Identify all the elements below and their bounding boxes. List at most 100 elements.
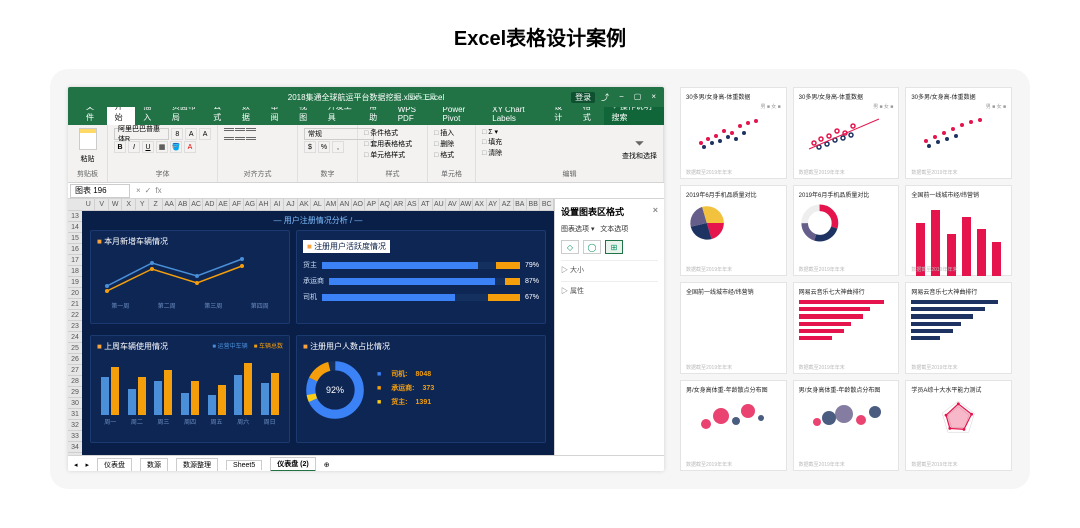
border-button[interactable]: ▦ [156,141,168,153]
font-size-input[interactable]: 8 [171,128,183,140]
column-header[interactable]: X [122,199,135,210]
accept-formula-icon[interactable]: ✓ [145,186,152,195]
sheet-tab[interactable]: 仪表盘 [97,458,132,471]
row-header[interactable]: 31 [68,409,82,420]
column-header[interactable]: BB [527,199,540,210]
row-header[interactable]: 21 [68,299,82,310]
pane-dropdown-right[interactable]: 文本选项 [600,226,628,233]
row-header[interactable]: 26 [68,354,82,365]
cells-insert-button[interactable]: 插入 [434,128,469,138]
italic-button[interactable]: I [128,141,140,153]
sort-filter-icon[interactable]: ⏷ [622,136,657,151]
column-header[interactable]: AG [244,199,257,210]
find-select-button[interactable]: 查找和选择 [622,151,657,161]
row-header[interactable]: 33 [68,431,82,442]
column-header[interactable]: W [109,199,122,210]
column-header[interactable]: U [82,199,95,210]
autosum-button[interactable]: Σ ▾ [482,128,657,136]
new-sheet-icon[interactable]: ⊕ [324,461,330,469]
row-header[interactable]: 22 [68,310,82,321]
column-header[interactable]: AP [365,199,378,210]
column-header[interactable]: AA [163,199,176,210]
row-header[interactable]: 20 [68,288,82,299]
row-header[interactable]: 16 [68,244,82,255]
column-header[interactable]: Z [149,199,162,210]
decrease-font-icon[interactable]: A [199,128,211,140]
row-header[interactable]: 29 [68,387,82,398]
column-header[interactable]: AI [271,199,284,210]
column-header[interactable]: V [95,199,108,210]
row-header[interactable]: 34 [68,442,82,453]
sheet-tab[interactable]: 数源 [140,458,168,471]
row-header[interactable]: 35 [68,453,82,455]
row-header[interactable]: 28 [68,376,82,387]
row-header[interactable]: 18 [68,266,82,277]
pane-section-prop[interactable]: ▷ 属性 [561,281,658,296]
worksheet-grid[interactable]: UVWXYZAAABACADAEAFAGAHAIAJAKALAMANAOAPAQ… [68,199,554,455]
sheet-nav-prev-icon[interactable]: ▸ [86,461,90,469]
sheet-tab[interactable]: Sheet5 [226,460,262,470]
cells-format-button[interactable]: 格式 [434,150,469,160]
alignment-buttons[interactable] [224,128,291,145]
login-button[interactable]: 登录 [571,92,595,103]
column-header[interactable]: AZ [500,199,513,210]
sheet-tab-active[interactable]: 仪表盘 (2) [270,457,316,471]
column-header[interactable]: AC [190,199,203,210]
increase-font-icon[interactable]: A [185,128,197,140]
column-header[interactable]: BC [540,199,553,210]
sheet-tab[interactable]: 数源整理 [176,458,218,471]
row-header[interactable]: 25 [68,343,82,354]
pane-close-icon[interactable]: × [653,205,658,218]
fx-icon[interactable]: fx [155,186,161,195]
column-header[interactable]: AW [460,199,473,210]
column-header[interactable]: AO [352,199,365,210]
row-header[interactable]: 14 [68,222,82,233]
column-header[interactable]: AQ [379,199,392,210]
minimize-icon[interactable]: − [615,92,628,103]
column-header[interactable]: AV [446,199,459,210]
paste-button[interactable]: 粘贴 [74,154,101,164]
conditional-format-button[interactable]: 条件格式 [364,128,421,138]
row-header[interactable]: 19 [68,277,82,288]
column-header[interactable]: Y [136,199,149,210]
column-header[interactable]: AR [392,199,405,210]
pane-section-size[interactable]: ▷ 大小 [561,260,658,275]
bold-button[interactable]: B [114,141,126,153]
column-header[interactable]: BA [514,199,527,210]
row-header[interactable]: 15 [68,233,82,244]
pane-effects-icon[interactable]: ◯ [583,240,601,254]
accounting-button[interactable]: $ [304,141,316,153]
row-header[interactable]: 23 [68,321,82,332]
column-header[interactable]: AD [203,199,216,210]
comma-button[interactable]: , [332,141,344,153]
column-header[interactable]: AH [257,199,270,210]
column-header[interactable]: AT [419,199,432,210]
font-color-button[interactable]: A [184,141,196,153]
cancel-formula-icon[interactable]: × [136,186,141,195]
row-header[interactable]: 17 [68,255,82,266]
close-icon[interactable]: × [647,92,660,103]
row-header[interactable]: 13 [68,211,82,222]
column-header[interactable]: AL [311,199,324,210]
share-icon[interactable]: ⤴ [597,92,613,103]
pane-size-icon[interactable]: ⊞ [605,240,623,254]
row-header[interactable]: 24 [68,332,82,343]
column-header[interactable]: AU [433,199,446,210]
row-header[interactable]: 32 [68,420,82,431]
column-header[interactable]: AK [298,199,311,210]
column-header[interactable]: AJ [284,199,297,210]
column-header[interactable]: AB [176,199,189,210]
sheet-nav-first-icon[interactable]: ◂ [74,461,78,469]
underline-button[interactable]: U [142,141,154,153]
pane-dropdown-left[interactable]: 图表选项 [561,226,589,233]
column-header[interactable]: AF [230,199,243,210]
column-header[interactable]: AY [487,199,500,210]
row-header[interactable]: 30 [68,398,82,409]
font-name-input[interactable]: 阿里巴巴普惠体R [114,128,169,140]
column-header[interactable]: AS [406,199,419,210]
row-header[interactable]: 27 [68,365,82,376]
table-format-button[interactable]: 套用表格格式 [364,139,421,149]
name-box[interactable]: 图表 196 [70,184,130,198]
restore-icon[interactable]: ▢ [630,92,646,103]
column-header[interactable]: AM [325,199,338,210]
